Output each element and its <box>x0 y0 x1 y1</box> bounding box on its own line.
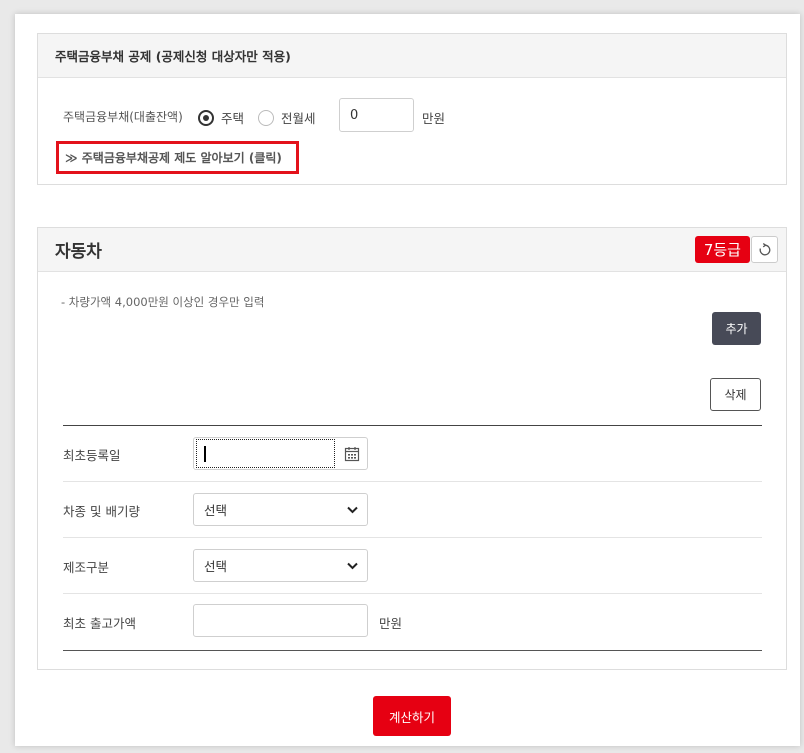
factory-price-unit: 만원 <box>379 616 403 631</box>
refresh-icon <box>759 242 770 255</box>
housing-loan-section: 주택금융부채 공제 (공제신청 대상자만 적용) 주택금융부채(대출잔액) 주택… <box>37 33 787 185</box>
car-section: 자동차 7등급 - 차량가액 4,000만원 이상인 경우만 입력 추가 삭제 … <box>37 227 787 670</box>
reset-button[interactable] <box>751 236 778 263</box>
calendar-icon[interactable] <box>336 438 367 469</box>
manufacture-label: 제조구분 <box>63 560 110 575</box>
housing-loan-label: 주택금융부채(대출잔액) <box>63 110 183 124</box>
car-form-table: 최초등록일 차종 및 배기량 선택 제조구분 선택 최초 출고가액 만원 <box>63 425 762 651</box>
housing-unit-label: 만원 <box>422 111 446 126</box>
car-note: - 차량가액 4,000만원 이상인 경우만 입력 <box>61 295 265 309</box>
housing-section-title: 주택금융부채 공제 (공제신청 대상자만 적용) <box>38 34 786 78</box>
housing-loan-row: 주택금융부채(대출잔액) 주택 전월세 만원 <box>38 98 786 134</box>
form-row-manufacture: 제조구분 선택 <box>63 538 762 594</box>
chevron-down-icon <box>347 506 358 514</box>
car-type-select[interactable]: 선택 <box>193 493 368 526</box>
calculate-button[interactable]: 계산하기 <box>373 696 451 736</box>
radio-house-label: 주택 <box>221 111 245 126</box>
form-row-car-type: 차종 및 배기량 선택 <box>63 482 762 538</box>
manufacture-selected-value: 선택 <box>204 559 228 574</box>
radio-rent-dot[interactable] <box>258 109 274 126</box>
car-type-label: 차종 및 배기량 <box>63 504 140 519</box>
page: 주택금융부채 공제 (공제신청 대상자만 적용) 주택금융부채(대출잔액) 주택… <box>15 14 800 746</box>
chevron-down-icon <box>347 562 358 570</box>
add-button[interactable]: 추가 <box>712 312 761 345</box>
factory-price-label: 최초 출고가액 <box>63 616 136 631</box>
first-registration-label: 최초등록일 <box>63 448 121 463</box>
delete-button[interactable]: 삭제 <box>710 378 761 411</box>
first-registration-date-input[interactable] <box>193 437 368 470</box>
car-section-title: 자동차 <box>38 228 786 272</box>
form-row-first-registration: 최초등록일 <box>63 426 762 482</box>
radio-rent-label: 전월세 <box>281 111 316 126</box>
form-row-factory-price: 최초 출고가액 만원 <box>63 594 762 650</box>
radio-house[interactable]: 주택 <box>198 108 244 127</box>
factory-price-input[interactable] <box>193 604 368 637</box>
car-type-selected-value: 선택 <box>204 503 228 518</box>
housing-deduction-info-link[interactable]: ≫ 주택금융부채공제 제도 알아보기 (클릭) <box>56 141 299 174</box>
grade-badge: 7등급 <box>694 236 750 263</box>
date-text-field[interactable] <box>196 439 335 468</box>
manufacture-select[interactable]: 선택 <box>193 549 368 582</box>
radio-rent[interactable]: 전월세 <box>258 108 316 127</box>
radio-house-dot[interactable] <box>198 109 214 126</box>
housing-amount-input[interactable] <box>339 98 414 132</box>
